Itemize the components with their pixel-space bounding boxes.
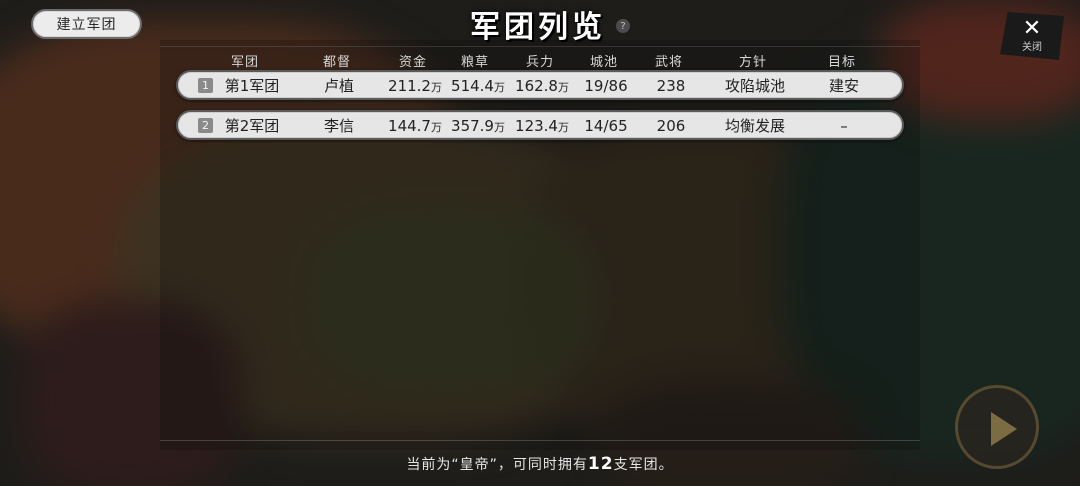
legion-name: 第2军团 bbox=[224, 117, 280, 135]
header-funds: 资金 bbox=[398, 55, 428, 70]
legion-name: 第1军团 bbox=[224, 77, 280, 95]
cities-value: 19/86 bbox=[584, 77, 628, 95]
legion-limit-note: 当前为“皇帝”，可同时拥有12支军团。 bbox=[0, 454, 1080, 474]
title-area: 军团列览 ? bbox=[470, 4, 630, 45]
funds-unit: 万 bbox=[430, 81, 442, 94]
provisions-value: 357.9 bbox=[451, 117, 494, 135]
help-icon[interactable]: ? bbox=[616, 19, 630, 33]
header-cities: 城池 bbox=[589, 55, 619, 70]
provisions-value: 514.4 bbox=[451, 77, 494, 95]
troops-cell: 123.4万 bbox=[515, 117, 569, 137]
page-title: 军团列览 bbox=[470, 10, 606, 45]
close-label: 关闭 bbox=[1022, 42, 1042, 53]
funds-cell: 211.2万 bbox=[388, 77, 442, 97]
troops-unit: 万 bbox=[557, 121, 569, 134]
row-index-badge: 1 bbox=[198, 78, 213, 93]
header-governor: 都督 bbox=[322, 55, 352, 70]
troops-value: 123.4 bbox=[515, 117, 558, 135]
generals-value: 206 bbox=[656, 117, 686, 135]
troops-value: 162.8 bbox=[515, 77, 558, 95]
provisions-cell: 514.4万 bbox=[451, 77, 505, 97]
legion-limit-count: 12 bbox=[587, 454, 614, 474]
troops-unit: 万 bbox=[557, 81, 569, 94]
header-target: 目标 bbox=[827, 55, 857, 70]
funds-cell: 144.7万 bbox=[388, 117, 442, 137]
target-value: – bbox=[840, 117, 848, 135]
table-row[interactable]: 1 第1军团 卢植 211.2万 514.4万 162.8万 19/86 238… bbox=[176, 70, 904, 100]
create-legion-button[interactable]: 建立军团 bbox=[31, 9, 142, 39]
footer-suffix: 支军团。 bbox=[613, 457, 674, 473]
provisions-unit: 万 bbox=[493, 121, 505, 134]
header-provisions: 粮草 bbox=[460, 55, 490, 70]
provisions-unit: 万 bbox=[493, 81, 505, 94]
header-policy: 方针 bbox=[738, 55, 768, 70]
generals-value: 238 bbox=[656, 77, 686, 95]
governor-name: 卢植 bbox=[323, 77, 355, 95]
funds-value: 211.2 bbox=[388, 77, 431, 95]
policy-value: 攻陷城池 bbox=[724, 77, 786, 95]
troops-cell: 162.8万 bbox=[515, 77, 569, 97]
footer-prefix: 当前为“皇帝”，可同时拥有 bbox=[406, 457, 588, 473]
table-header: 军团 都督 资金 粮草 兵力 城池 武将 方针 目标 bbox=[160, 46, 920, 70]
divider bbox=[160, 440, 920, 441]
close-icon: ✕ bbox=[1022, 16, 1042, 41]
governor-name: 李信 bbox=[323, 117, 355, 135]
target-value: 建安 bbox=[828, 77, 860, 95]
close-button[interactable]: ✕ 关闭 bbox=[1000, 12, 1064, 60]
provisions-cell: 357.9万 bbox=[451, 117, 505, 137]
header-legion: 军团 bbox=[230, 55, 260, 70]
table-row[interactable]: 2 第2军团 李信 144.7万 357.9万 123.4万 14/65 206… bbox=[176, 110, 904, 140]
funds-value: 144.7 bbox=[388, 117, 431, 135]
header-generals: 武将 bbox=[654, 55, 684, 70]
row-index-badge: 2 bbox=[198, 118, 213, 133]
funds-unit: 万 bbox=[430, 121, 442, 134]
cities-value: 14/65 bbox=[584, 117, 628, 135]
policy-value: 均衡发展 bbox=[724, 117, 786, 135]
header-troops: 兵力 bbox=[525, 55, 555, 70]
